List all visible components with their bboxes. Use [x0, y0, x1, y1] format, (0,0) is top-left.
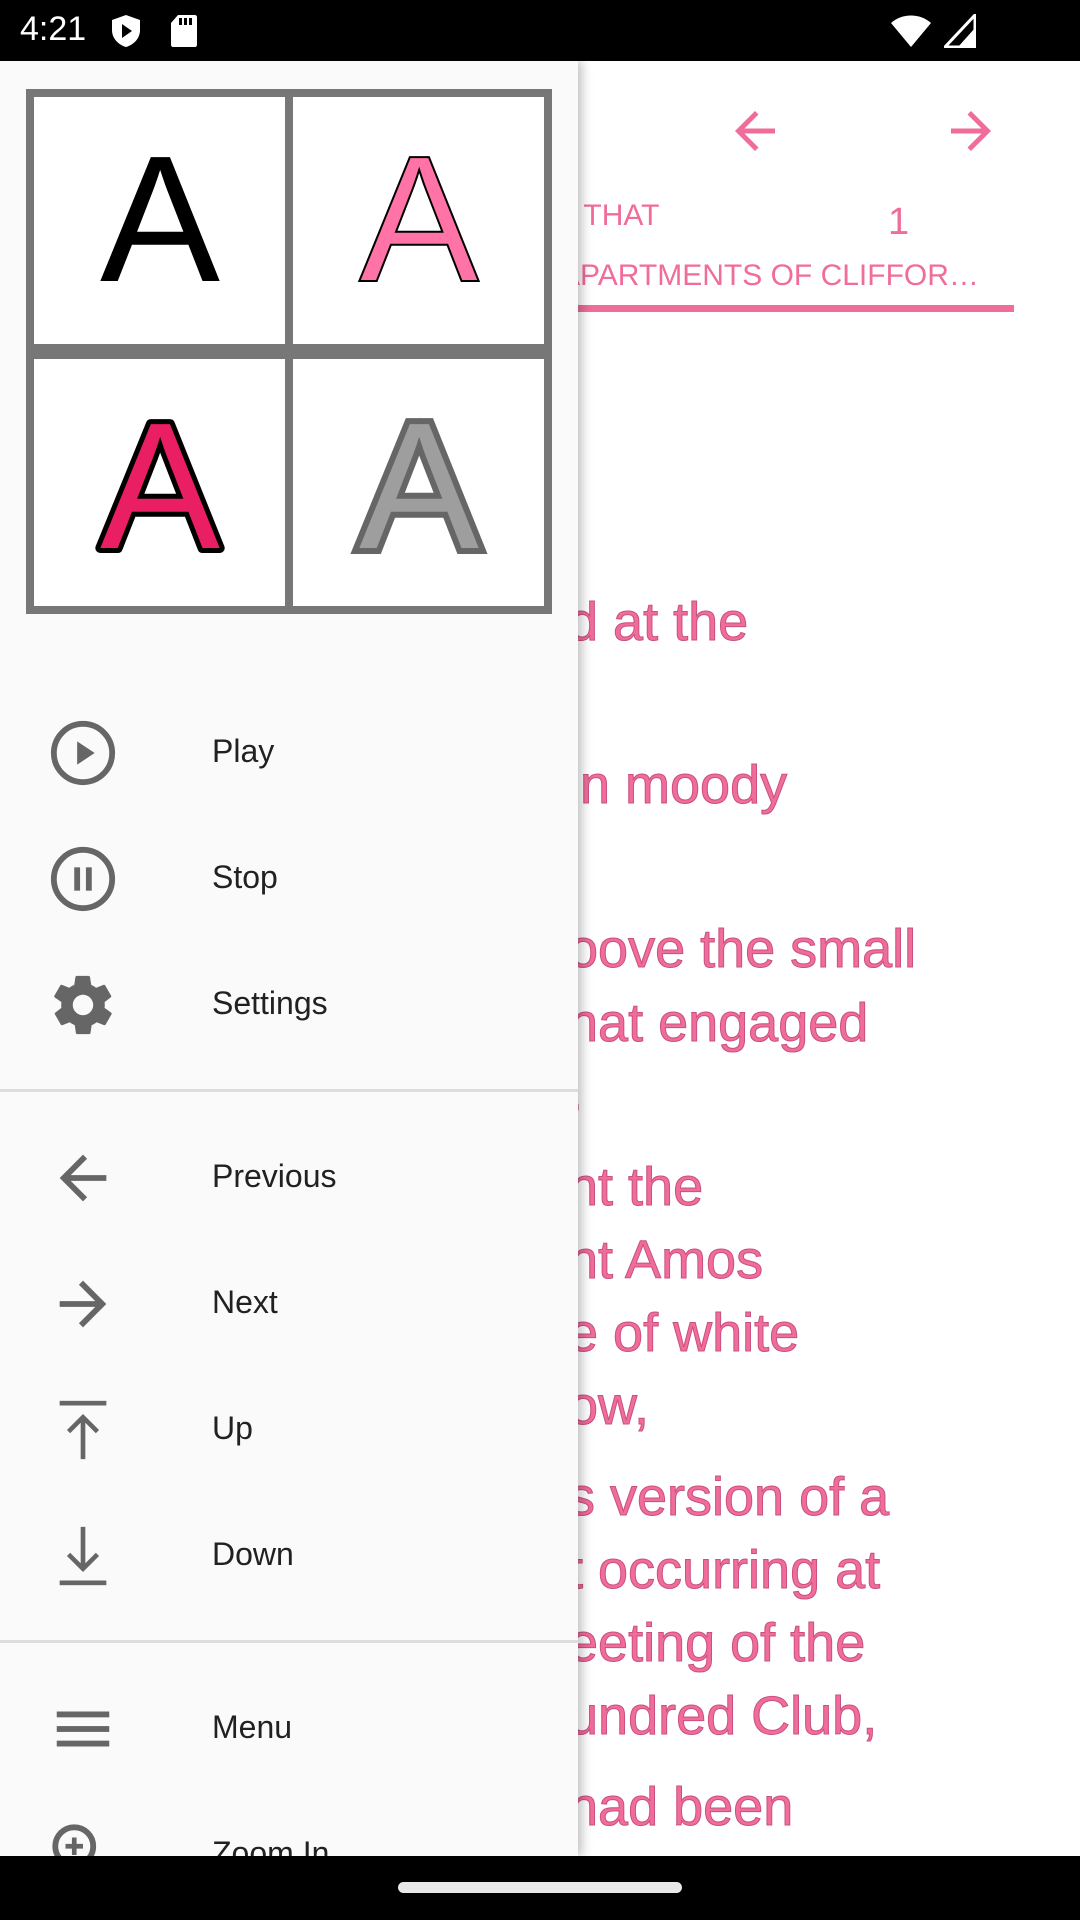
menu-item-menu[interactable]: Menu [0, 1669, 578, 1789]
text-line: in moody [567, 755, 788, 816]
text-line: hat engaged [567, 993, 869, 1054]
text-line: eeting of the [567, 1613, 866, 1674]
navigation-drawer: A A A A Play Stop Settings Previous Next… [0, 61, 578, 1856]
menu-item-label: Up [212, 1410, 253, 1446]
svg-text:A: A [358, 141, 478, 301]
signal-icon [944, 14, 976, 48]
style-tile-gray[interactable]: A [293, 359, 544, 606]
page-number: 1 [888, 201, 910, 243]
menu-item-label: Stop [212, 859, 278, 895]
text-line: t occurring at [567, 1540, 881, 1601]
sd-card-icon [171, 15, 197, 47]
current-chapter-indicator [560, 305, 1014, 312]
arrow-right-icon [59, 1280, 107, 1328]
menu-item-stop[interactable]: Stop [0, 819, 578, 939]
next-chapter-button[interactable] [941, 101, 1001, 161]
zoom-in-icon [52, 1824, 97, 1856]
svg-text:A: A [358, 398, 478, 568]
menu-item-label: Next [212, 1284, 278, 1320]
menu-divider [0, 1640, 578, 1643]
text-line: oove the small [567, 919, 917, 980]
menu-icon [56, 1711, 110, 1747]
text-line: undred Club, [567, 1686, 878, 1747]
text-line: nt the [567, 1157, 704, 1218]
letter-a-outlined-icon: A [94, 398, 224, 568]
gear-icon [54, 975, 112, 1035]
menu-item-label: Previous [212, 1158, 337, 1194]
navigation-bar [0, 1856, 1080, 1920]
menu-item-label: Down [212, 1536, 294, 1572]
home-handle[interactable] [398, 1882, 682, 1893]
wifi-icon [891, 15, 931, 47]
text-line: nt Amos [567, 1230, 764, 1291]
play-protect-icon [112, 15, 140, 47]
menu-item-settings[interactable]: Settings [0, 945, 578, 1065]
text-line: had been [567, 1777, 794, 1838]
pause-circle-icon [50, 846, 116, 912]
style-tile-pink[interactable]: A [293, 97, 544, 344]
menu-item-label: Menu [212, 1709, 293, 1745]
previous-chapter-button[interactable] [725, 101, 785, 161]
text-line: s version of a [567, 1467, 890, 1528]
text-line: d at the [567, 592, 749, 653]
menu-item-next[interactable]: Next [0, 1244, 578, 1364]
status-time: 4:21 [20, 10, 87, 48]
letter-a-gray-icon: A [352, 398, 484, 568]
status-bar: 4:21 [0, 0, 1080, 61]
menu-item-previous[interactable]: Previous [0, 1118, 578, 1238]
menu-item-zoom-in[interactable]: Zoom In [0, 1795, 578, 1856]
menu-item-play[interactable]: Play [0, 693, 578, 813]
menu-item-label: Settings [212, 985, 328, 1021]
text-line: ow, [567, 1376, 650, 1437]
text-style-grid: A A A A [26, 89, 552, 614]
style-tile-outlined[interactable]: A [34, 359, 285, 606]
menu-item-down[interactable]: Down [0, 1496, 578, 1616]
menu-item-up[interactable]: Up [0, 1370, 578, 1490]
menu-item-label: Zoom In [212, 1835, 330, 1856]
play-circle-icon [50, 720, 116, 786]
text-line: e of white [567, 1303, 800, 1364]
style-tile-black[interactable]: A [34, 97, 285, 344]
svg-text:A: A [99, 141, 219, 301]
menu-divider [0, 1089, 578, 1092]
arrow-down-to-bottom-icon [59, 1526, 107, 1586]
svg-text:A: A [99, 398, 219, 568]
menu-item-label: Play [212, 733, 275, 769]
letter-a-black-icon: A [99, 141, 219, 301]
arrow-up-to-top-icon [59, 1400, 107, 1460]
arrow-left-icon [59, 1154, 107, 1202]
letter-a-pink-icon: A [357, 141, 479, 301]
current-chapter-tab[interactable]: APARTMENTS OF CLIFFOR… [560, 259, 979, 293]
